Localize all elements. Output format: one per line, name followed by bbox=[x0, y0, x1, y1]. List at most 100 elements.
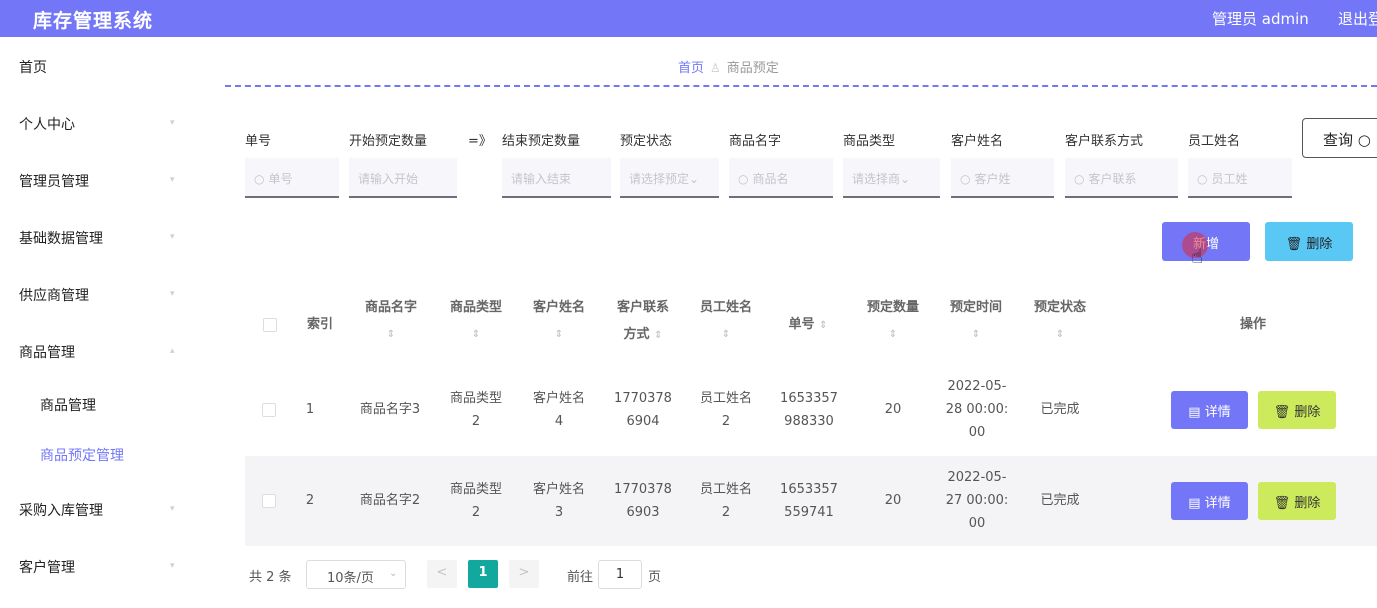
column-header-status[interactable]: 预定状态 ⇕ bbox=[1019, 294, 1101, 348]
row-order-line-1: 1653357 bbox=[780, 391, 838, 406]
column-header-staff-name[interactable]: 员工姓名 ⇕ bbox=[686, 294, 766, 348]
product-type-select[interactable]: 请选择商⌄ bbox=[843, 158, 940, 198]
sidebar-item-customer[interactable]: 客户管理 bbox=[19, 557, 75, 577]
column-header-ops: 操作 bbox=[1239, 317, 1266, 332]
sidebar-item-base-data[interactable]: 基础数据管理 bbox=[19, 228, 103, 248]
row-time-line-3: 00 bbox=[968, 516, 986, 531]
filter-label-product-name: 商品名字 bbox=[729, 134, 782, 149]
page-size-select[interactable]: 10条/页 ⌄ bbox=[306, 560, 406, 589]
row-order-no: 1653357 988330 bbox=[768, 387, 850, 433]
status-select-placeholder: 请选择预定 bbox=[629, 172, 690, 186]
column-header-qty-label: 预定数量 bbox=[866, 300, 919, 315]
search-icon: ○ bbox=[960, 172, 971, 186]
row-delete-button[interactable]: 🗑 删除 bbox=[1258, 482, 1336, 520]
row-contact-line-1: 1770378 bbox=[614, 482, 672, 497]
sidebar-item-supplier[interactable]: 供应商管理 bbox=[19, 285, 89, 305]
row-staff-name: 员工姓名 2 bbox=[686, 387, 766, 433]
sort-icon: ⇕ bbox=[654, 330, 663, 341]
customer-contact-input[interactable]: ○ 客户联系 bbox=[1065, 158, 1178, 198]
row-product-type-line-1: 商品类型 bbox=[449, 391, 502, 406]
next-page-button[interactable]: > bbox=[509, 560, 539, 588]
sidebar-item-product[interactable]: 商品管理 bbox=[19, 342, 75, 362]
filter-label-status: 预定状态 bbox=[620, 134, 673, 149]
column-header-time-label: 预定时间 bbox=[949, 300, 1002, 315]
row-customer-name-line-1: 客户姓名 bbox=[532, 391, 585, 406]
row-qty: 20 bbox=[884, 402, 902, 417]
detail-button[interactable]: ▤ 详情 bbox=[1171, 482, 1248, 520]
sort-icon: ⇕ bbox=[971, 329, 981, 340]
column-header-product-name-label: 商品名字 bbox=[364, 300, 417, 315]
query-button[interactable]: 查询 ○ bbox=[1302, 118, 1377, 158]
filter-range-separator: =》 bbox=[468, 134, 492, 149]
column-header-product-type[interactable]: 商品类型 ⇕ bbox=[436, 294, 516, 348]
query-button-label: 查询 bbox=[1323, 131, 1354, 149]
row-time-line-3: 00 bbox=[968, 425, 986, 440]
search-icon: ○ bbox=[1357, 131, 1371, 149]
column-header-qty[interactable]: 预定数量 ⇕ bbox=[853, 294, 933, 348]
row-time-line-1: 2022-05- bbox=[947, 470, 1007, 485]
page-size-value: 10条/页 bbox=[327, 571, 374, 586]
prev-page-button[interactable]: < bbox=[427, 560, 457, 588]
sidebar-subitem-product-reservation[interactable]: 商品预定管理 bbox=[40, 445, 124, 465]
sidebar-item-personal-center[interactable]: 个人中心 bbox=[19, 114, 75, 134]
column-header-customer-name[interactable]: 客户姓名 ⇕ bbox=[518, 294, 600, 348]
hand-cursor-icon: ☝ bbox=[1191, 244, 1204, 268]
column-header-time[interactable]: 预定时间 ⇕ bbox=[935, 294, 1017, 348]
column-header-index: 索引 bbox=[306, 317, 333, 332]
row-time-line-2: 28 00:00: bbox=[945, 402, 1009, 417]
column-header-customer-contact[interactable]: 客户联系 方式 ⇕ bbox=[602, 294, 684, 349]
order-no-input[interactable]: ○ 单号 bbox=[245, 158, 339, 198]
row-customer-name: 客户姓名 3 bbox=[518, 478, 600, 524]
column-header-order-no[interactable]: 单号 ⇕ bbox=[768, 311, 848, 339]
search-icon: ○ bbox=[254, 172, 265, 186]
pager-goto-label: 前往 bbox=[567, 570, 594, 585]
dashed-divider bbox=[225, 85, 1377, 87]
column-header-customer-contact-label-2: 方式 bbox=[623, 327, 650, 342]
goto-page-input[interactable]: 1 bbox=[598, 560, 642, 589]
filter-label-qty-end: 结束预定数量 bbox=[502, 134, 581, 149]
trash-icon: 🗑 bbox=[1273, 405, 1291, 420]
detail-button[interactable]: ▤ 详情 bbox=[1171, 391, 1248, 429]
row-delete-button[interactable]: 🗑 删除 bbox=[1258, 391, 1336, 429]
sidebar-subitem-product-management[interactable]: 商品管理 bbox=[40, 395, 96, 415]
column-header-staff-name-label: 员工姓名 bbox=[699, 300, 752, 315]
breadcrumb-home[interactable]: 首页 bbox=[678, 61, 704, 76]
qty-start-input[interactable]: 请输入开始 bbox=[349, 158, 457, 198]
sort-icon: ⇕ bbox=[819, 320, 828, 331]
qty-end-input[interactable]: 请输入结束 bbox=[502, 158, 611, 198]
filter-label-customer-name: 客户姓名 bbox=[951, 134, 1004, 149]
row-delete-label: 删除 bbox=[1294, 405, 1321, 420]
top-header: 库存管理系统 管理员 admin 退出登录 bbox=[0, 0, 1377, 37]
search-icon: ○ bbox=[1074, 172, 1085, 186]
trash-icon: 🗑 bbox=[1273, 496, 1291, 511]
customer-name-input[interactable]: ○ 客户姓 bbox=[951, 158, 1054, 198]
chevron-down-icon: ▾ bbox=[170, 561, 175, 571]
filter-label-customer-contact: 客户联系方式 bbox=[1065, 134, 1144, 149]
select-all-checkbox[interactable] bbox=[263, 318, 277, 332]
sidebar-item-admin-management[interactable]: 管理员管理 bbox=[19, 171, 89, 191]
sidebar-item-purchase-inbound[interactable]: 采购入库管理 bbox=[19, 500, 103, 520]
row-product-type: 商品类型 2 bbox=[436, 387, 516, 433]
product-name-input[interactable]: ○ 商品名 bbox=[729, 158, 833, 198]
detail-button-label: 详情 bbox=[1204, 405, 1231, 420]
row-time: 2022-05- 27 00:00: 00 bbox=[935, 466, 1019, 535]
row-order-line-2: 559741 bbox=[784, 505, 834, 520]
status-select[interactable]: 请选择预定⌄ bbox=[620, 158, 719, 198]
current-user: 管理员 admin bbox=[1212, 10, 1309, 28]
batch-delete-button[interactable]: 🗑 删除 bbox=[1265, 222, 1353, 261]
column-header-order-no-label: 单号 bbox=[788, 317, 815, 332]
sort-icon: ⇕ bbox=[1055, 329, 1065, 340]
sort-icon: ⇕ bbox=[471, 329, 481, 340]
search-icon: ○ bbox=[1197, 172, 1208, 186]
sidebar-item-home[interactable]: 首页 bbox=[19, 57, 47, 77]
logout-link[interactable]: 退出登录 bbox=[1338, 8, 1377, 29]
row-checkbox[interactable] bbox=[262, 494, 276, 508]
column-header-product-name[interactable]: 商品名字 ⇕ bbox=[346, 294, 436, 348]
staff-name-input[interactable]: ○ 员工姓 bbox=[1188, 158, 1292, 198]
breadcrumb-current: 商品预定 bbox=[726, 61, 779, 76]
row-checkbox[interactable] bbox=[262, 403, 276, 417]
document-icon: ▤ bbox=[1188, 405, 1201, 420]
breadcrumb-separator-icon: ♙ bbox=[710, 61, 721, 75]
current-page-button[interactable]: 1 bbox=[468, 560, 498, 588]
row-qty: 20 bbox=[884, 493, 902, 508]
